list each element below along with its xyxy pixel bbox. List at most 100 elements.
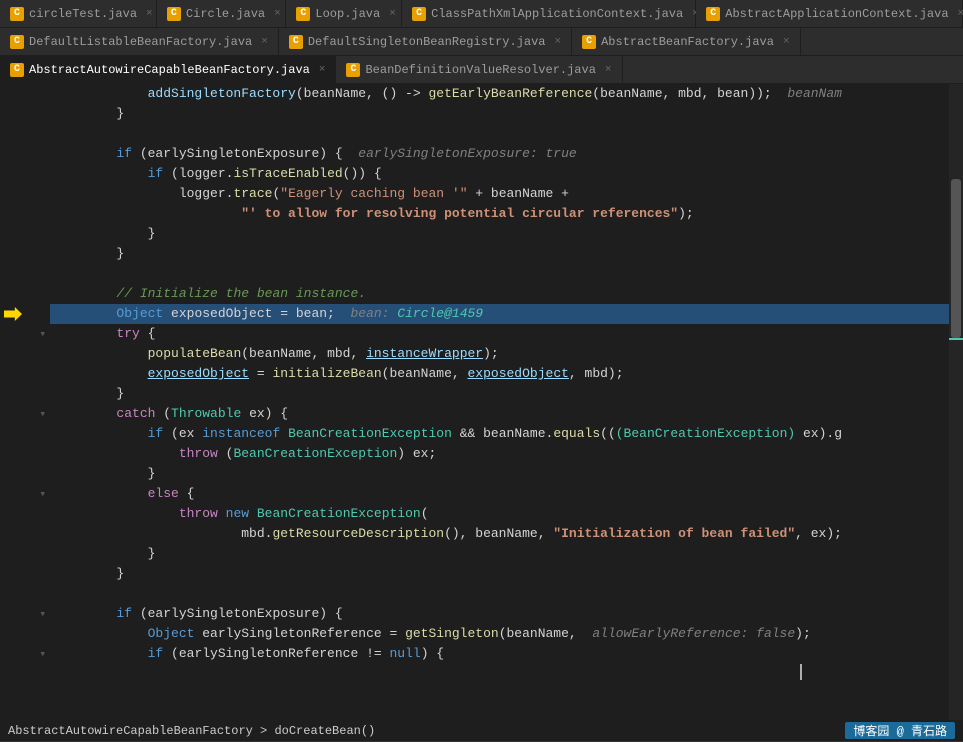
tab-classpathxml[interactable]: C ClassPathXmlApplicationContext.java ×: [402, 0, 696, 28]
tab-icon-abstractautowire: C: [10, 63, 24, 77]
tab-close-defaultsingleton[interactable]: ×: [555, 36, 562, 48]
tab-beandefinition[interactable]: C BeanDefinitionValueResolver.java ×: [336, 56, 622, 84]
code-line-close1: }: [50, 104, 963, 124]
gutter-line: [0, 164, 50, 184]
debug-arrow-icon: [4, 307, 22, 321]
tab-close-circle[interactable]: ×: [274, 8, 281, 20]
code-line-empty2: [50, 264, 963, 284]
gutter-line: [0, 364, 50, 384]
gutter-fold-if3[interactable]: ▾: [0, 644, 50, 664]
tab-icon-circletest: C: [10, 7, 24, 21]
gutter-fold-if2[interactable]: ▾: [0, 604, 50, 624]
gutter-line: [0, 344, 50, 364]
editor-container: C circleTest.java × C Circle.java × C Lo…: [0, 0, 963, 742]
gutter-line: [0, 384, 50, 404]
fold-icon-else[interactable]: ▾: [39, 487, 46, 501]
gutter-debug-line: [0, 304, 50, 324]
tab-defaultsingleton[interactable]: C DefaultSingletonBeanRegistry.java ×: [279, 28, 572, 56]
gutter-line: [0, 524, 50, 544]
fold-icon-catch[interactable]: ▾: [39, 407, 46, 421]
tab-icon-beandefinition: C: [346, 63, 360, 77]
scroll-mark-1: [949, 338, 963, 340]
tab-abstractapp[interactable]: C AbstractApplicationContext.java ×: [696, 0, 963, 28]
tab-icon-loop: C: [296, 7, 310, 21]
tab-close-circletest[interactable]: ×: [146, 8, 153, 20]
code-line-close-else: }: [50, 544, 963, 564]
gutter-line: [0, 264, 50, 284]
scrollbar-thumb[interactable]: [951, 179, 961, 338]
gutter-fold-else[interactable]: ▾: [0, 484, 50, 504]
gutter-line: [0, 464, 50, 484]
blog-label: 博客园 @ 青石路: [845, 722, 955, 739]
tab-icon-classpathxml: C: [412, 7, 426, 21]
gutter-line: [0, 504, 50, 524]
tab-icon-circle: C: [167, 7, 181, 21]
gutter-line: [0, 84, 50, 104]
gutter-line: [0, 284, 50, 304]
tab-circletest[interactable]: C circleTest.java ×: [0, 0, 157, 28]
code-line-if-logger: if (logger.isTraceEnabled()) {: [50, 164, 963, 184]
gutter-line: [0, 124, 50, 144]
editor-body: ▾ ▾ ▾ ▾ ▾: [0, 84, 963, 720]
code-line-comment: // Initialize the bean instance.: [50, 284, 963, 304]
code-line-close-try: }: [50, 384, 963, 404]
tab-close-abstractapp[interactable]: ×: [958, 8, 963, 20]
tab-abstractbean[interactable]: C AbstractBeanFactory.java ×: [572, 28, 800, 56]
fold-icon-try[interactable]: ▾: [39, 327, 46, 341]
left-gutter: ▾ ▾ ▾ ▾ ▾: [0, 84, 50, 720]
tab-close-abstractbean[interactable]: ×: [783, 36, 790, 48]
code-line-close-catch: }: [50, 564, 963, 584]
tab-defaultlistable[interactable]: C DefaultListableBeanFactory.java ×: [0, 28, 279, 56]
code-editor[interactable]: addSingletonFactory(beanName, () -> getE…: [50, 84, 963, 720]
tab-close-beandefinition[interactable]: ×: [605, 64, 612, 76]
tab-bar-row2: C DefaultListableBeanFactory.java × C De…: [0, 28, 963, 56]
code-line-throw2: throw new BeanCreationException(: [50, 504, 963, 524]
code-line-populate: populateBean(beanName, mbd, instanceWrap…: [50, 344, 963, 364]
gutter-line: [0, 544, 50, 564]
tab-circle[interactable]: C Circle.java ×: [157, 0, 286, 28]
tab-close-abstractautowire[interactable]: ×: [319, 64, 326, 76]
breadcrumb-bar: AbstractAutowireCapableBeanFactory > doC…: [0, 720, 963, 742]
code-line-if-instanceof: if (ex instanceof BeanCreationException …: [50, 424, 963, 444]
code-line-catch: catch (Throwable ex) {: [50, 404, 963, 424]
gutter-line: [0, 184, 50, 204]
tab-abstractautowire[interactable]: C AbstractAutowireCapableBeanFactory.jav…: [0, 56, 336, 84]
tab-icon-abstractapp: C: [706, 7, 720, 21]
gutter-line: [0, 584, 50, 604]
code-line-close2: }: [50, 224, 963, 244]
tab-bar-row3: C AbstractAutowireCapableBeanFactory.jav…: [0, 56, 963, 84]
gutter-line: [0, 424, 50, 444]
gutter-line: [0, 564, 50, 584]
tab-icon-defaultsingleton: C: [289, 35, 303, 49]
code-line-if-null: if (earlySingletonReference != null) {: [50, 644, 963, 664]
code-line-if-early2: if (earlySingletonExposure) {: [50, 604, 963, 624]
scrollbar-track[interactable]: [949, 84, 963, 720]
gutter-line: [0, 244, 50, 264]
tab-icon-defaultlistable: C: [10, 35, 24, 49]
tab-loop[interactable]: C Loop.java ×: [286, 0, 402, 28]
gutter-line: [0, 444, 50, 464]
gutter-fold-try[interactable]: ▾: [0, 324, 50, 344]
code-line-empty1: [50, 124, 963, 144]
code-line-getsingleton: Object earlySingletonReference = getSing…: [50, 624, 963, 644]
cursor: [800, 664, 802, 680]
code-line-close3: }: [50, 244, 963, 264]
code-line-try: try {: [50, 324, 963, 344]
code-line-close-if: }: [50, 464, 963, 484]
tab-close-defaultlistable[interactable]: ×: [261, 36, 268, 48]
tab-close-loop[interactable]: ×: [389, 8, 396, 20]
code-line-throw-args: mbd.getResourceDescription(), beanName, …: [50, 524, 963, 544]
code-line-exposed-object: Object exposedObject = bean; bean: Circl…: [50, 304, 963, 324]
code-line-if-early: if (earlySingletonExposure) { earlySingl…: [50, 144, 963, 164]
tab-bar-row1: C circleTest.java × C Circle.java × C Lo…: [0, 0, 963, 28]
gutter-line: [0, 144, 50, 164]
gutter-line: [0, 624, 50, 644]
fold-icon-if3[interactable]: ▾: [39, 647, 46, 661]
gutter-line: [0, 204, 50, 224]
fold-icon-if2[interactable]: ▾: [39, 607, 46, 621]
code-line-empty3: [50, 584, 963, 604]
code-line-else: else {: [50, 484, 963, 504]
gutter-line: [0, 224, 50, 244]
code-line-string-cont: "' to allow for resolving potential circ…: [50, 204, 963, 224]
gutter-fold-catch[interactable]: ▾: [0, 404, 50, 424]
